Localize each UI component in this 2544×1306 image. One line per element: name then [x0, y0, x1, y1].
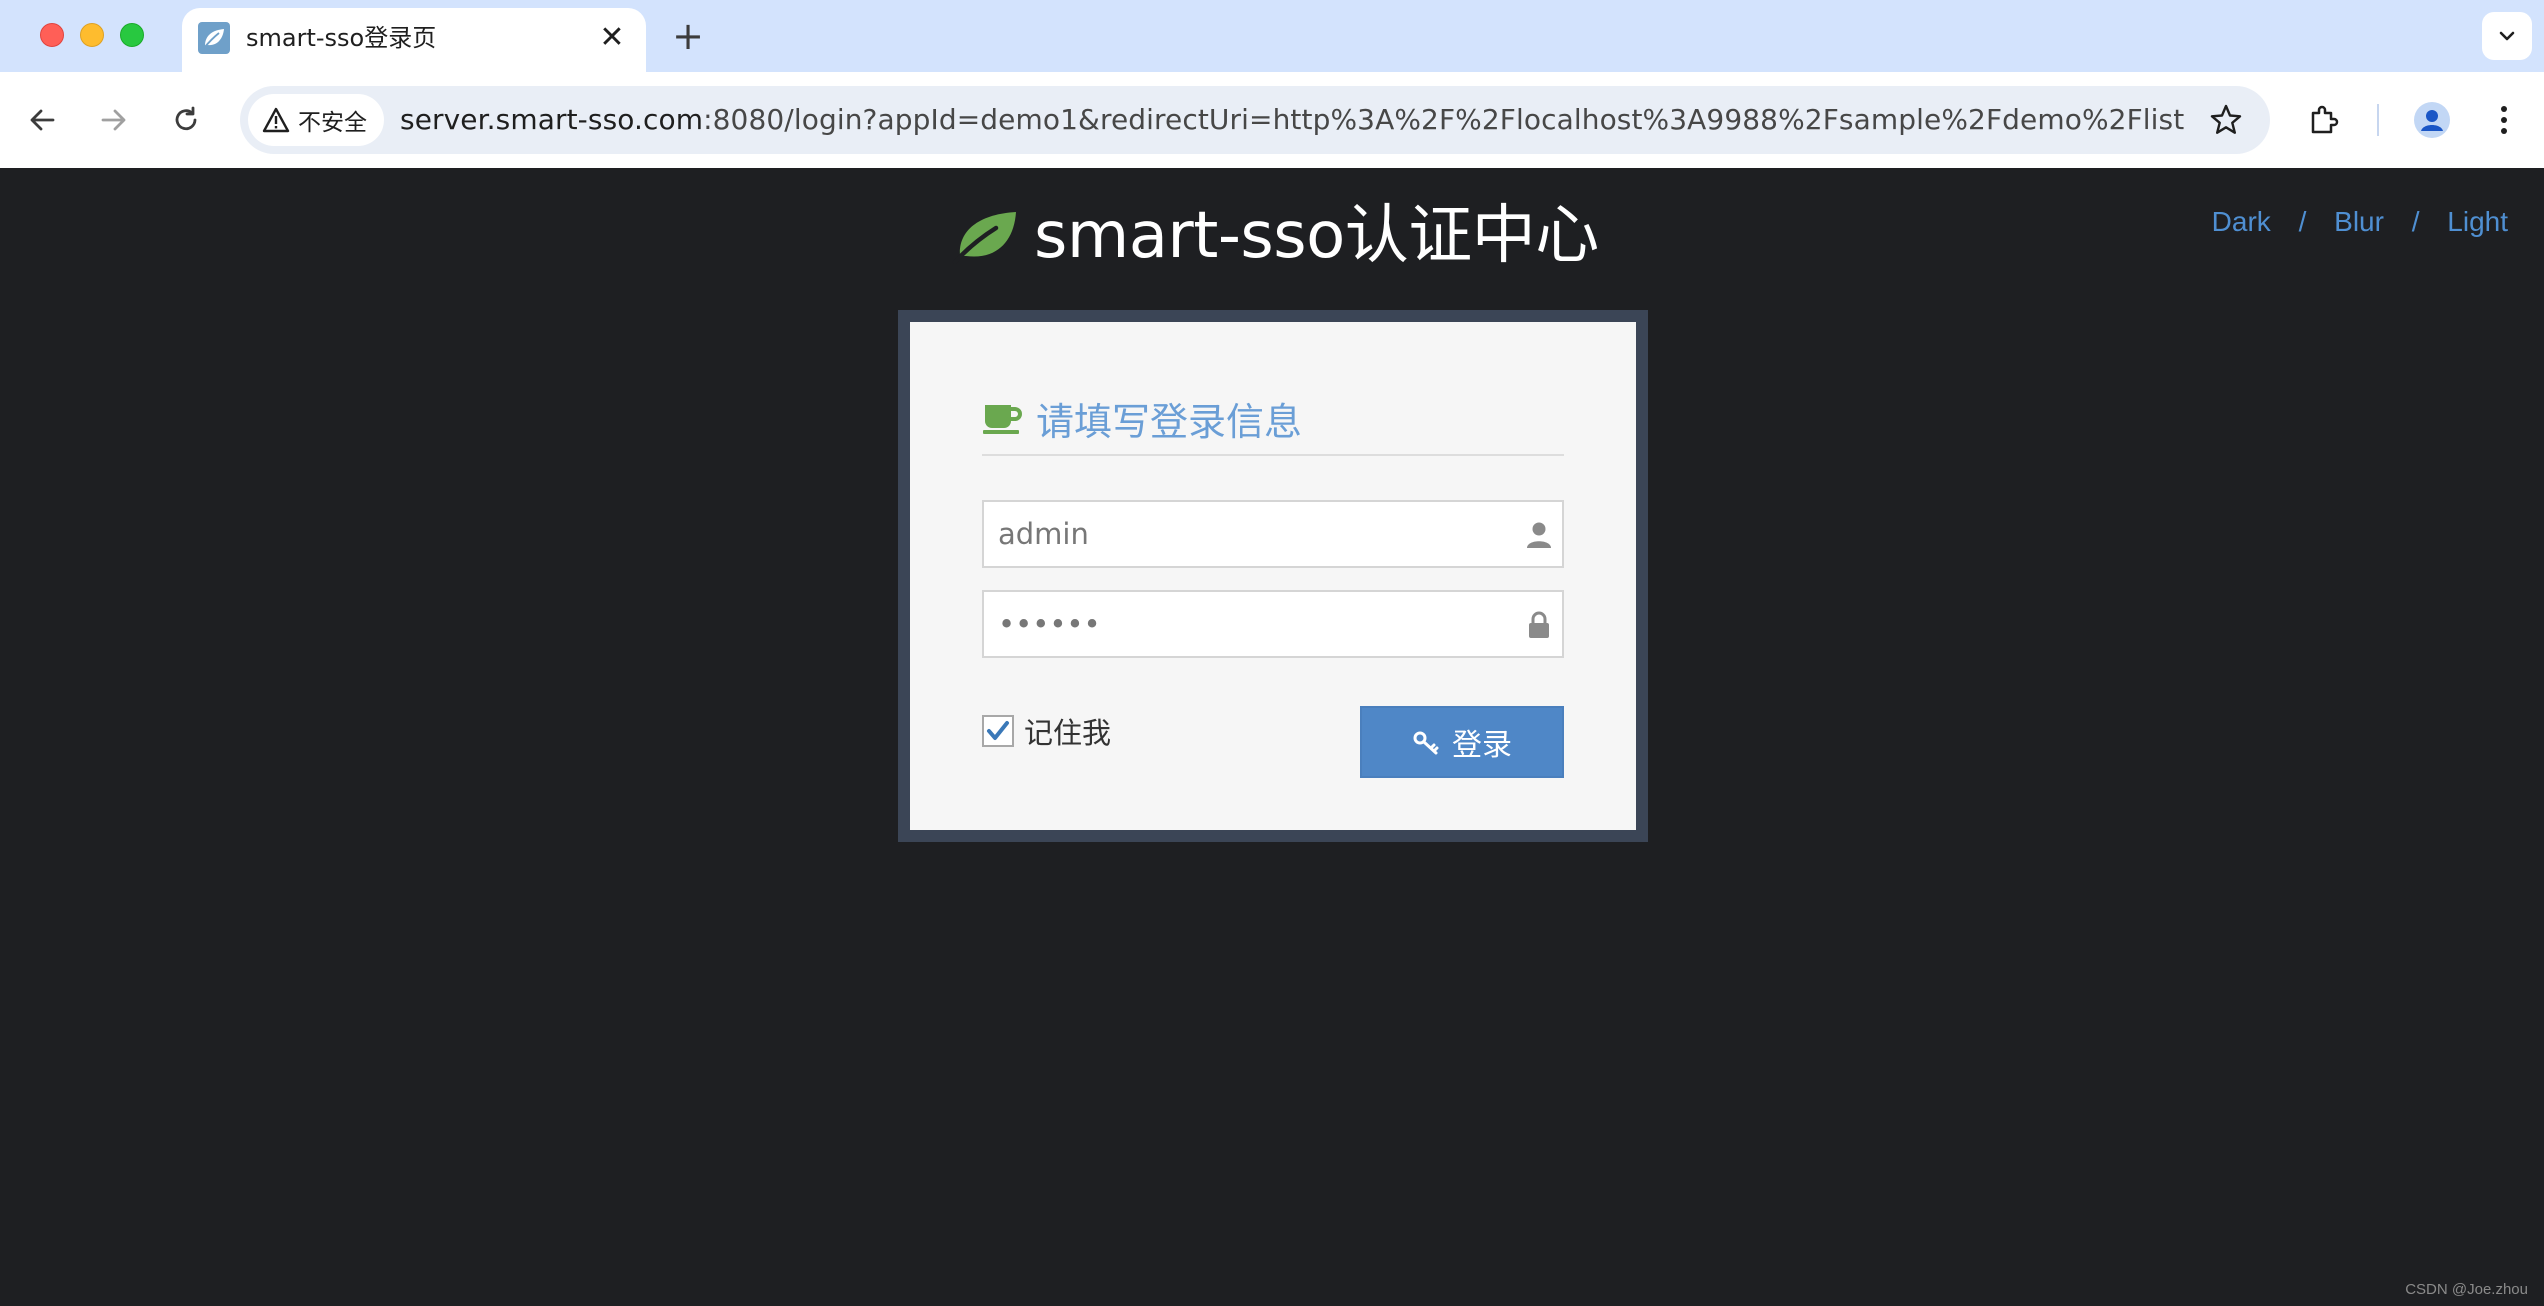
new-tab-button[interactable]: + — [668, 16, 708, 56]
reload-icon — [175, 106, 197, 131]
leaf-favicon-icon — [198, 22, 230, 54]
back-button[interactable] — [16, 94, 68, 146]
checkmark-icon — [987, 721, 1009, 740]
profile-button[interactable] — [2406, 94, 2458, 146]
login-button-label: 登录 — [1452, 728, 1512, 763]
window-close-button[interactable] — [40, 23, 64, 47]
url-path: :8080/login?appId=demo1&redirectUri=http… — [703, 103, 2185, 136]
brand-header: smart-sso认证中心 — [952, 204, 1599, 268]
window-zoom-button[interactable] — [120, 23, 144, 47]
password-input[interactable] — [984, 592, 1562, 656]
lock-icon — [1524, 610, 1554, 640]
login-box: 请填写登录信息 admin •••••• 记住我 登录 — [910, 322, 1636, 830]
extensions-button[interactable] — [2298, 94, 2350, 146]
chevron-down-icon — [2499, 31, 2515, 41]
leaf-icon — [952, 212, 1016, 264]
address-bar[interactable]: 不安全 server.smart-sso.com:8080/login?appI… — [240, 86, 2270, 154]
browser-menu-button[interactable] — [2478, 94, 2530, 146]
form-heading: 请填写登录信息 — [982, 396, 1564, 444]
login-button[interactable]: 登录 — [1360, 706, 1564, 778]
username-field — [982, 500, 1564, 568]
theme-link-blur[interactable]: Blur — [2334, 206, 2384, 238]
form-divider — [982, 454, 1564, 456]
coffee-cup-icon — [983, 405, 1022, 434]
user-icon — [1524, 520, 1554, 550]
password-field — [982, 590, 1564, 658]
tab-search-button[interactable] — [2482, 12, 2532, 60]
url-host: server.smart-sso.com — [400, 103, 704, 136]
watermark: CSDN @Joe.zhou — [2405, 1281, 2528, 1298]
theme-separator: / — [2298, 206, 2307, 237]
brand-title: smart-sso认证中心 — [1034, 199, 1599, 273]
theme-link-dark[interactable]: Dark — [2212, 206, 2271, 238]
window-minimize-button[interactable] — [80, 23, 104, 47]
remember-checkbox[interactable] — [982, 715, 1014, 747]
puzzle-icon — [2311, 105, 2339, 134]
security-chip[interactable]: 不安全 — [248, 94, 384, 146]
theme-separator: / — [2411, 206, 2420, 237]
warning-triangle-icon — [262, 107, 290, 133]
tab-close-icon[interactable]: ✕ — [596, 22, 628, 54]
bookmark-star-button[interactable] — [2206, 100, 2246, 140]
browser-tab-active[interactable]: smart-sso登录页 ✕ — [182, 8, 646, 72]
login-frame: 请填写登录信息 admin •••••• 记住我 登录 — [898, 310, 1648, 842]
remember-label: 记住我 — [1024, 716, 1112, 750]
star-icon — [2210, 104, 2242, 134]
arrow-right-icon — [101, 109, 126, 131]
tab-title: smart-sso登录页 — [246, 24, 437, 52]
security-label: 不安全 — [298, 110, 367, 136]
browser-tabstrip: smart-sso登录页 ✕ + — [0, 0, 2544, 72]
remember-me[interactable]: 记住我 — [982, 710, 1111, 752]
key-icon — [1413, 731, 1439, 755]
page-content: Dark / Blur / Light smart-sso认证中心 请填写登录信… — [0, 168, 2544, 1306]
toolbar-separator — [2377, 104, 2379, 136]
form-heading-text: 请填写登录信息 — [1036, 399, 1303, 444]
url-text[interactable]: server.smart-sso.com:8080/login?appId=de… — [400, 102, 2184, 138]
kebab-menu-icon — [2501, 106, 2507, 134]
theme-switcher: Dark / Blur / Light — [2212, 206, 2508, 238]
browser-toolbar: 不安全 server.smart-sso.com:8080/login?appI… — [0, 72, 2544, 168]
username-input[interactable] — [984, 502, 1562, 566]
forward-button[interactable] — [88, 94, 140, 146]
arrow-left-icon — [30, 109, 55, 131]
reload-button[interactable] — [160, 94, 212, 146]
theme-link-light[interactable]: Light — [2447, 206, 2508, 238]
avatar-icon — [2414, 102, 2450, 138]
